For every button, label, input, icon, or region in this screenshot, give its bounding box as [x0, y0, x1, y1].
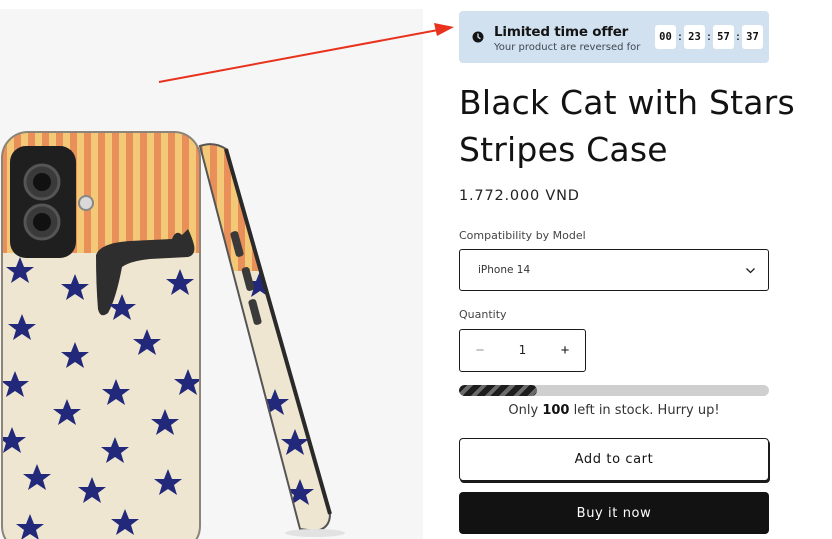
chevron-down-icon	[746, 268, 755, 274]
quantity-value[interactable]: 1	[500, 343, 545, 357]
offer-title: Limited time offer	[494, 24, 629, 40]
countdown-days: 00	[655, 25, 676, 49]
countdown-minutes: 57	[713, 25, 734, 49]
countdown-hours: 23	[684, 25, 705, 49]
stock-count: 100	[542, 403, 570, 418]
limited-offer-banner: Limited time offer Your product are reve…	[459, 11, 769, 63]
buy-now-button[interactable]: Buy it now	[459, 492, 769, 534]
model-select[interactable]: iPhone 14	[459, 249, 769, 291]
countdown-seconds: 37	[742, 25, 763, 49]
stock-message: Only 100 left in stock. Hurry up!	[459, 403, 769, 418]
offer-subtitle: Your product are reversed for	[494, 42, 641, 53]
quantity-increase-button[interactable]: +	[545, 330, 585, 371]
clock-icon	[472, 31, 484, 43]
quantity-decrease-button[interactable]: −	[460, 330, 500, 371]
product-price: 1.772.000 VND	[459, 188, 580, 204]
annotation-arrow-icon	[158, 23, 454, 83]
stock-prefix: Only	[508, 403, 539, 418]
stock-progress-bar	[459, 385, 769, 396]
stock-progress-fill	[459, 385, 537, 396]
variant-label: Compatibility by Model	[459, 229, 586, 242]
model-select-value: iPhone 14	[478, 264, 531, 276]
quantity-stepper: − 1 +	[459, 329, 586, 372]
quantity-label: Quantity	[459, 308, 507, 321]
stock-suffix: left in stock. Hurry up!	[573, 403, 720, 418]
countdown-timer: 00 : 23 : 57 : 37	[655, 25, 763, 49]
add-to-cart-button[interactable]: Add to cart	[459, 438, 769, 481]
product-title: Black Cat with Stars Stripes Case	[459, 83, 795, 169]
